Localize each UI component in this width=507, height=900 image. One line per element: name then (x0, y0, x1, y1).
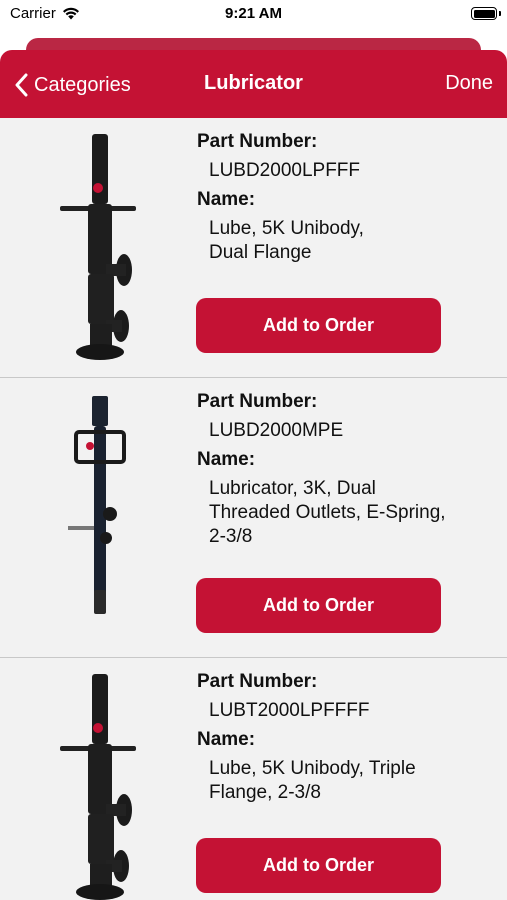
part-number-label: Part Number: (197, 671, 318, 692)
add-to-order-button[interactable]: Add to Order (196, 298, 441, 353)
product-name-value: Lube, 5K Unibody, Dual Flange (209, 218, 364, 263)
done-button[interactable]: Done (445, 72, 493, 95)
part-number-value: LUBD2000LPFFF (209, 160, 361, 181)
status-bar: Carrier 9:21 AM (0, 0, 507, 30)
page-title: Lubricator (204, 72, 303, 94)
name-label: Name: (197, 449, 256, 470)
list-item: Part Number: LUBT2000LPFFFF Name: Lube, … (0, 658, 507, 900)
product-list: Part Number: LUBD2000LPFFF Name: Lube, 5… (0, 118, 507, 900)
status-time: 9:21 AM (225, 5, 282, 22)
product-name-value: Lubricator, 3K, Dual Threaded Outlets, E… (209, 478, 446, 547)
part-number-value: LUBT2000LPFFFF (209, 700, 370, 721)
product-info: Part Number: LUBT2000LPFFFF Name: Lube, … (197, 670, 487, 810)
navigation-bar: Categories Lubricator Done (0, 50, 507, 118)
list-item: Part Number: LUBD2000MPE Name: Lubricato… (0, 378, 507, 658)
battery-icon (471, 7, 497, 20)
part-number-label: Part Number: (197, 391, 318, 412)
add-to-order-button[interactable]: Add to Order (196, 578, 441, 633)
add-to-order-button[interactable]: Add to Order (196, 838, 441, 893)
product-info: Part Number: LUBD2000LPFFF Name: Lube, 5… (197, 130, 487, 270)
categories-sheet: Categories Lubricator Done Part Number: (0, 50, 507, 900)
name-label: Name: (197, 729, 256, 750)
list-item: Part Number: LUBD2000LPFFF Name: Lube, 5… (0, 118, 507, 378)
lubricator-5k-triple-flange-image (60, 674, 136, 900)
lubricator-5k-dual-flange-image (60, 134, 136, 360)
part-number-value: LUBD2000MPE (209, 420, 344, 441)
product-name-value: Lube, 5K Unibody, Triple Flange, 2-3/8 (209, 758, 416, 803)
battery-tip (499, 11, 501, 16)
name-label: Name: (197, 189, 256, 210)
part-number-label: Part Number: (197, 131, 318, 152)
product-info: Part Number: LUBD2000MPE Name: Lubricato… (197, 390, 487, 554)
lubricator-3k-threaded-image (68, 396, 126, 614)
